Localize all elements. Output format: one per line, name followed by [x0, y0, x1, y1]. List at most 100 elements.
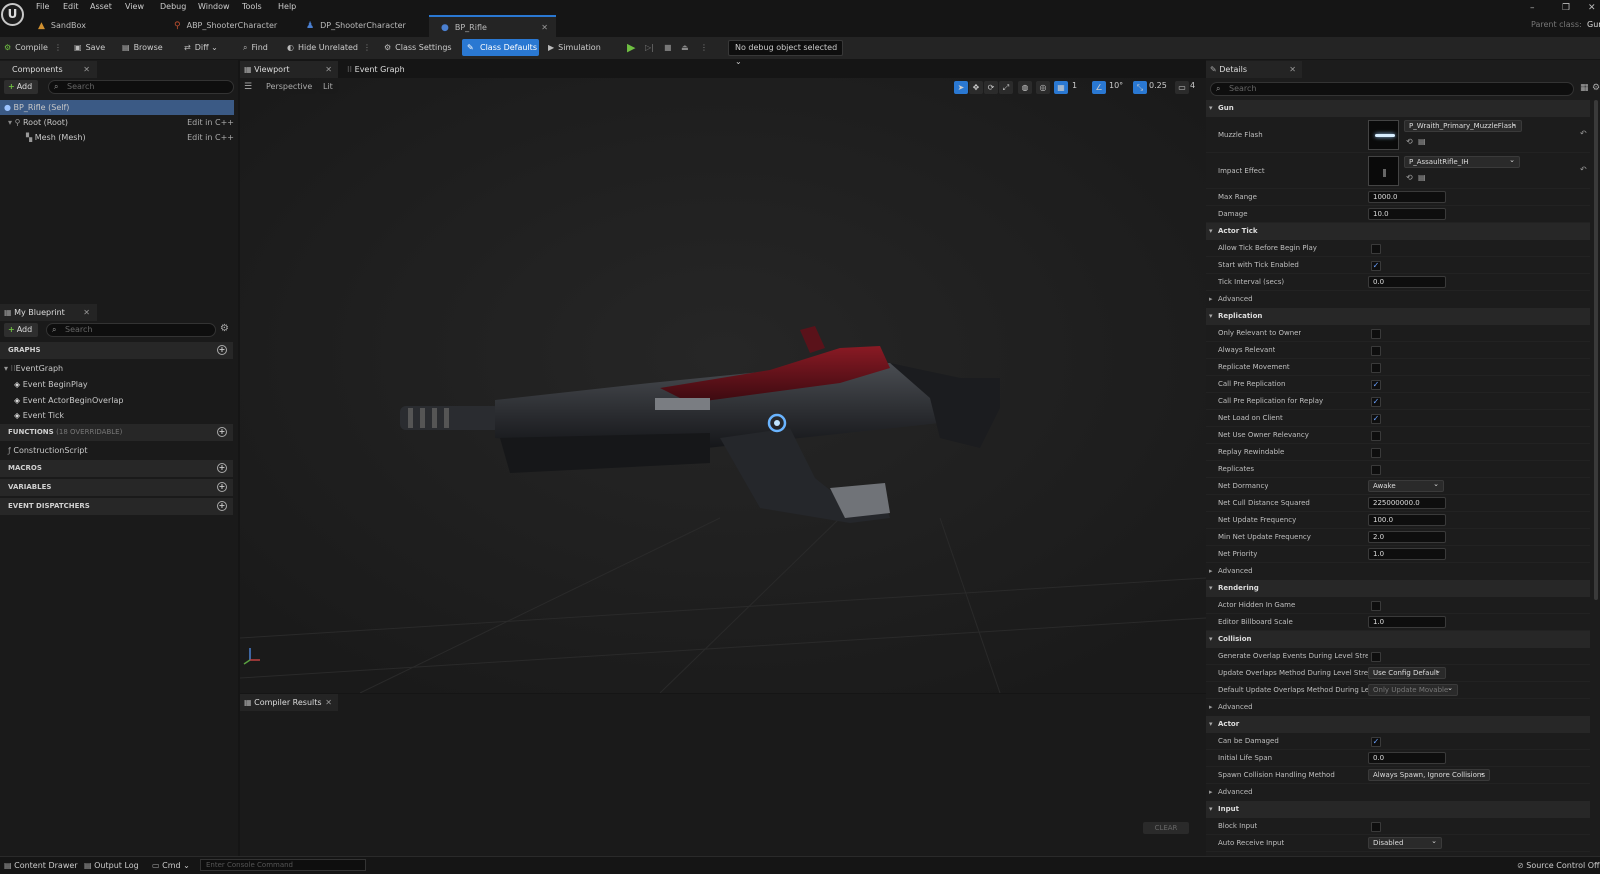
components-add-button[interactable]: + Add — [4, 80, 38, 94]
hide-options-icon[interactable]: ⋮ — [363, 37, 371, 59]
debug-object-select[interactable]: No debug object selected ⌄ — [728, 40, 843, 66]
max-range-input[interactable]: 1000.0 — [1368, 191, 1446, 203]
tab-dp-shootercharacter[interactable]: ♟ DP_ShooterCharacter — [306, 15, 406, 37]
close-details-icon[interactable]: ✕ — [1289, 61, 1296, 78]
rotation-snap-icon[interactable]: ∠ — [1092, 81, 1106, 94]
auto-receive-input-select[interactable]: Disabled — [1368, 836, 1442, 849]
components-tab[interactable]: Components ✕ — [0, 61, 97, 78]
content-drawer-button[interactable]: ▤ Content Drawer — [4, 857, 78, 874]
menu-help[interactable]: Help — [278, 1, 296, 13]
reset-to-default-icon[interactable]: ↶ — [1580, 129, 1587, 138]
add-graph-icon[interactable]: + — [217, 345, 227, 355]
event-actorbeginoverlap-item[interactable]: ◈ Event ActorBeginOverlap — [14, 393, 234, 408]
component-item-self[interactable]: ● BP_Rifle (Self) — [0, 100, 234, 115]
add-variable-icon[interactable]: + — [217, 482, 227, 492]
scale-snap-value[interactable]: 0.25 — [1149, 81, 1167, 90]
replication-checkbox[interactable] — [1371, 431, 1381, 441]
details-tab[interactable]: ✎ Details ✕ — [1206, 61, 1302, 78]
replication-checkbox[interactable]: ✓ — [1371, 414, 1381, 424]
collision-section[interactable]: Collision — [1206, 631, 1590, 648]
replication-advanced[interactable]: Advanced — [1206, 563, 1590, 580]
compile-button[interactable]: ⚙ Compile — [4, 37, 48, 59]
replication-checkbox[interactable] — [1371, 465, 1381, 475]
variables-section[interactable]: VARIABLES + — [0, 479, 233, 496]
component-item-root[interactable]: ▾ ⚲ Root (Root) Edit in C++ — [8, 115, 234, 130]
maximize-icon[interactable]: ❐ — [1562, 3, 1570, 13]
scale-snap-icon[interactable]: ⤡ — [1133, 81, 1147, 94]
class-defaults-button[interactable]: ✎ Class Defaults — [462, 39, 539, 56]
output-log-button[interactable]: ▤ Output Log — [84, 857, 139, 874]
blueprint-add-button[interactable]: + Add — [4, 323, 38, 337]
parent-class-value[interactable]: Gun — [1587, 20, 1600, 29]
compiler-results-tab[interactable]: ▦ Compiler Results ✕ — [240, 694, 338, 711]
collision-advanced[interactable]: Advanced — [1206, 699, 1590, 716]
minimize-icon[interactable]: – — [1530, 3, 1535, 13]
add-macro-icon[interactable]: + — [217, 463, 227, 473]
tab-bp-rifle[interactable]: ● BP_Rifle ✕ — [429, 15, 556, 37]
cmd-select[interactable]: ▭ Cmd ⌄ — [152, 857, 190, 874]
play-options-icon[interactable]: ⋮ — [700, 37, 708, 59]
details-settings-icon[interactable]: ⚙ — [1592, 83, 1600, 93]
select-mode-icon[interactable]: ➤ — [954, 81, 968, 94]
menu-debug[interactable]: Debug — [160, 1, 186, 13]
details-scrollbar[interactable] — [1594, 100, 1598, 600]
actor-tick-section[interactable]: Actor Tick — [1206, 223, 1590, 240]
macros-section[interactable]: MACROS + — [0, 460, 233, 477]
functions-section[interactable]: FUNCTIONS (18 OVERRIDABLE) + — [0, 424, 233, 441]
replication-checkbox[interactable] — [1371, 363, 1381, 373]
rotation-snap-value[interactable]: 10° — [1109, 81, 1123, 90]
unreal-logo-icon[interactable]: U — [1, 3, 24, 26]
use-selected-icon[interactable]: ⟲ — [1406, 173, 1413, 182]
event-dispatchers-section[interactable]: EVENT DISPATCHERS + — [0, 498, 233, 515]
world-local-icon[interactable]: ◍ — [1018, 81, 1032, 94]
net-cull-input[interactable]: 225000000.0 — [1368, 497, 1446, 509]
menu-asset[interactable]: Asset — [90, 1, 112, 13]
close-tab-icon[interactable]: ✕ — [541, 17, 548, 39]
replication-checkbox[interactable]: ✓ — [1371, 397, 1381, 407]
can-be-damaged-checkbox[interactable]: ✓ — [1371, 737, 1381, 747]
class-settings-button[interactable]: ⚙ Class Settings — [384, 37, 452, 59]
add-function-icon[interactable]: + — [217, 427, 227, 437]
actor-tick-advanced[interactable]: Advanced — [1206, 291, 1590, 308]
close-window-icon[interactable]: ✕ — [1588, 3, 1596, 13]
viewport-menu-icon[interactable]: ☰ — [244, 82, 252, 92]
scale-icon[interactable]: ⤢ — [999, 81, 1013, 94]
net-dormancy-select[interactable]: Awake — [1368, 479, 1444, 492]
edit-in-cpp-link[interactable]: Edit in C++ — [187, 130, 234, 145]
component-item-mesh[interactable]: ▚ Mesh (Mesh) Edit in C++ — [26, 130, 234, 145]
replication-checkbox[interactable]: ✓ — [1371, 380, 1381, 390]
input-section[interactable]: Input — [1206, 801, 1590, 818]
compile-options-icon[interactable]: ⋮ — [54, 37, 62, 59]
close-compiler-icon[interactable]: ✕ — [325, 694, 332, 711]
damage-input[interactable]: 10.0 — [1368, 208, 1446, 220]
browse-asset-icon[interactable]: ▤ — [1418, 137, 1426, 146]
tick-interval-input[interactable]: 0.0 — [1368, 276, 1446, 288]
event-beginplay-item[interactable]: ◈ Event BeginPlay — [14, 377, 234, 392]
rotate-icon[interactable]: ⟳ — [984, 81, 998, 94]
replication-checkbox[interactable] — [1371, 448, 1381, 458]
diff-button[interactable]: ⇄ Diff ⌄ — [184, 37, 218, 59]
generate-overlap-checkbox[interactable] — [1371, 652, 1381, 662]
replication-checkbox[interactable] — [1371, 329, 1381, 339]
tab-abp-shootercharacter[interactable]: ⚲ ABP_ShooterCharacter — [174, 15, 277, 37]
actor-advanced[interactable]: Advanced — [1206, 784, 1590, 801]
menu-view[interactable]: View — [125, 1, 144, 13]
grid-snap-value[interactable]: 1 — [1072, 81, 1077, 90]
spawn-collision-select[interactable]: Always Spawn, Ignore Collisions — [1368, 768, 1490, 781]
impact-effect-select[interactable]: P_AssaultRifle_IH — [1404, 155, 1520, 168]
simulation-button[interactable]: ▶ Simulation — [548, 37, 601, 59]
impact-effect-thumbnail[interactable] — [1368, 156, 1399, 186]
reset-to-default-icon[interactable]: ↶ — [1580, 165, 1587, 174]
my-blueprint-tab[interactable]: ▦ My Blueprint ✕ — [0, 304, 97, 321]
use-selected-icon[interactable]: ⟲ — [1406, 137, 1413, 146]
components-search-input[interactable]: ⌕ Search — [48, 80, 234, 94]
menu-file[interactable]: File — [36, 1, 49, 13]
start-tick-checkbox[interactable]: ✓ — [1371, 261, 1381, 271]
close-viewport-icon[interactable]: ✕ — [325, 61, 332, 78]
update-overlaps-select[interactable]: Use Config Default — [1368, 666, 1446, 679]
camera-speed-icon[interactable]: ▭ — [1175, 81, 1189, 94]
camera-speed-value[interactable]: 4 — [1190, 81, 1195, 90]
actor-section[interactable]: Actor — [1206, 716, 1590, 733]
console-command-input[interactable]: Enter Console Command — [200, 859, 366, 871]
step-icon[interactable]: ▷| — [645, 37, 654, 59]
